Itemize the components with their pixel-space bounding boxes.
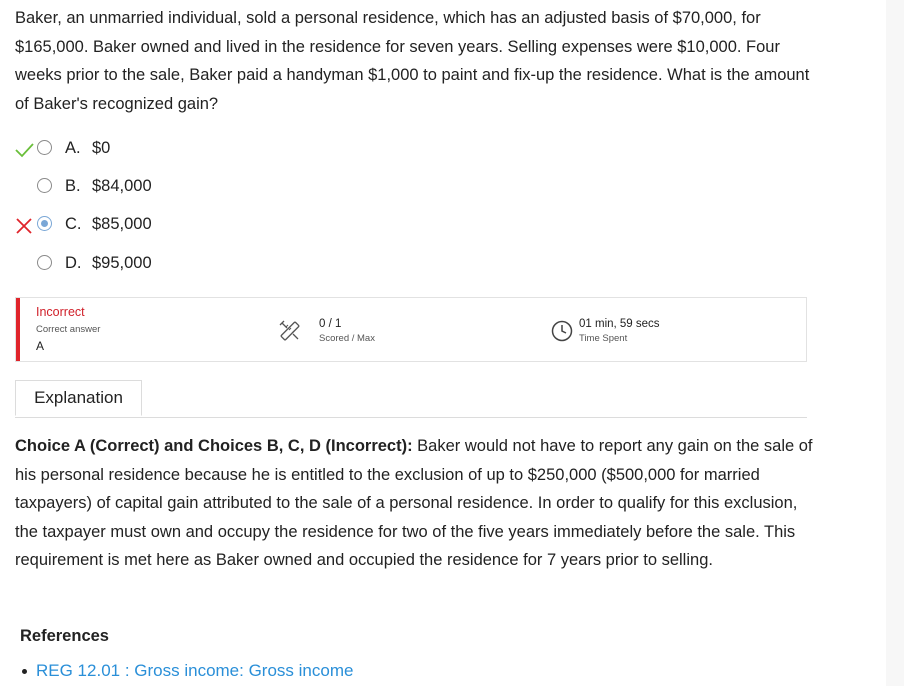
explanation-body: Baker would not have to report any gain … — [15, 437, 813, 569]
right-gutter — [886, 0, 904, 686]
choice-d-radio[interactable] — [37, 255, 52, 270]
choice-b-radio[interactable] — [37, 178, 52, 193]
references-list: REG 12.01 : Gross income: Gross income — [22, 661, 353, 681]
clock-icon — [551, 320, 573, 342]
tab-bar: Explanation — [15, 380, 807, 418]
choice-a-radio[interactable] — [37, 140, 52, 155]
choice-c[interactable]: C. $85,000 — [0, 206, 400, 244]
references-title: References — [20, 627, 109, 645]
choice-b-text: $84,000 — [92, 177, 152, 195]
incorrect-indicator-bar — [16, 298, 20, 361]
bullet-icon — [22, 668, 27, 674]
x-icon — [16, 218, 32, 234]
time-spent-value: 01 min, 59 secs — [579, 318, 660, 330]
choice-a-letter: A. — [65, 139, 81, 157]
correct-answer-value: A — [36, 339, 45, 353]
time-spent-label: Time Spent — [579, 333, 628, 344]
choice-d[interactable]: D. $95,000 — [0, 245, 400, 283]
choice-b[interactable]: B. $84,000 — [0, 168, 400, 206]
score-value: 0 / 1 — [319, 318, 342, 330]
choice-a[interactable]: A. $0 — [0, 130, 400, 168]
choice-a-text: $0 — [92, 139, 111, 157]
check-icon — [15, 143, 34, 158]
explanation-text: Choice A (Correct) and Choices B, C, D (… — [15, 432, 815, 575]
explanation-lead: Choice A (Correct) and Choices B, C, D (… — [15, 437, 413, 455]
tab-explanation[interactable]: Explanation — [15, 380, 142, 416]
choice-c-radio[interactable] — [37, 216, 52, 231]
result-status: Incorrect — [36, 305, 85, 319]
result-card: Incorrect Correct answer A 0 / 1 Scored … — [15, 297, 807, 362]
choice-c-letter: C. — [65, 215, 82, 233]
reference-item: REG 12.01 : Gross income: Gross income — [22, 661, 353, 681]
question-text: Baker, an unmarried individual, sold a p… — [15, 9, 810, 113]
choice-c-text: $85,000 — [92, 215, 152, 233]
choice-b-letter: B. — [65, 177, 81, 195]
pencil-ruler-icon — [279, 320, 300, 341]
choice-d-letter: D. — [65, 254, 82, 272]
choice-d-text: $95,000 — [92, 254, 152, 272]
reference-link[interactable]: REG 12.01 : Gross income: Gross income — [36, 661, 353, 681]
score-label: Scored / Max — [319, 333, 375, 344]
correct-answer-label: Correct answer — [36, 324, 101, 335]
